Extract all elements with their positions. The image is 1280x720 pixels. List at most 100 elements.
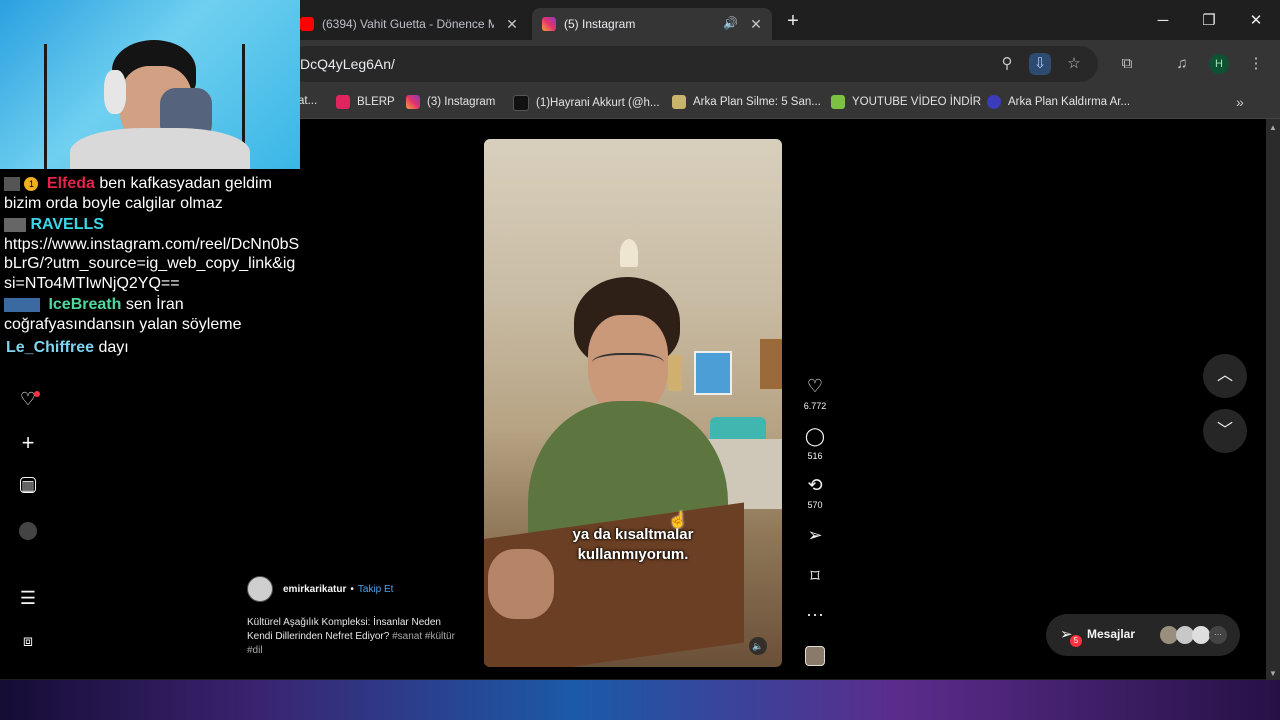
comment-button[interactable]: ◯ 516 xyxy=(800,426,830,461)
chat-username: RAVELLS xyxy=(30,216,104,233)
bookmark-item[interactable]: Arka Plan Silme: 5 San... xyxy=(672,95,821,109)
create-plus-icon[interactable]: + xyxy=(18,432,38,454)
chat-text: sen İran coğrafyasındansın yalan söyleme xyxy=(4,296,242,333)
instagram-icon xyxy=(542,17,556,31)
headphones xyxy=(104,70,126,114)
messages-badge: 5 xyxy=(1070,635,1082,647)
bookmark-item[interactable]: YOUTUBE VİDEO İNDİR xyxy=(831,95,981,109)
reel-video[interactable]: ya da kısaltmalar kullanmıyorum. 🔈 xyxy=(484,139,782,667)
author-avatar[interactable] xyxy=(247,576,273,602)
repost-button[interactable]: ⟲ 570 xyxy=(800,475,830,510)
wall-poster xyxy=(668,355,682,391)
audio-thumbnail[interactable] xyxy=(805,646,825,666)
send-paper-plane-icon: ➢ xyxy=(807,525,823,545)
shelf-picture xyxy=(760,339,782,389)
notification-dot xyxy=(34,391,40,397)
user-badge-icon xyxy=(4,217,26,232)
profile-avatar[interactable]: H xyxy=(1209,54,1229,74)
more-bookmarks-icon[interactable]: » xyxy=(1236,94,1244,110)
bookmark-item[interactable]: at... xyxy=(298,95,317,107)
user-badge: 1 xyxy=(24,176,39,191)
chat-message: Le_Chiffree dayı xyxy=(4,338,300,358)
follow-link[interactable]: Takip Et xyxy=(358,584,394,595)
chevron-up-icon: ︿ xyxy=(1216,367,1233,384)
mute-audio-icon[interactable]: 🔈 xyxy=(749,637,767,655)
previous-reel-button[interactable]: ︿ xyxy=(1203,354,1247,398)
bookmark-site-icon xyxy=(672,95,686,109)
new-tab-button[interactable]: + xyxy=(780,8,806,34)
tiktok-icon xyxy=(513,95,529,111)
heart-icon: ♡ xyxy=(806,376,824,396)
messages-button[interactable]: ➢ 5 Mesajlar ··· xyxy=(1046,614,1240,656)
like-button[interactable]: ♡ 6.772 xyxy=(800,376,830,411)
scroll-down-arrow-icon[interactable]: ▼ xyxy=(1269,669,1277,678)
more-options-button[interactable]: ··· xyxy=(800,604,830,624)
audio-playing-icon[interactable]: 🔊 xyxy=(723,16,738,30)
tab-label: (6394) Vahit Guetta - Dönence Mi xyxy=(322,17,494,31)
address-bar[interactable]: DcQ4yLeg6An/ ⚲ ⇩ ☆ xyxy=(288,46,1098,82)
chat-username: IceBreath xyxy=(48,296,122,313)
led-strip xyxy=(44,44,47,169)
youtube-icon xyxy=(300,17,314,31)
repost-icon: ⟲ xyxy=(807,475,823,495)
chat-username: Le_Chiffree xyxy=(6,339,95,356)
dashboard-icon[interactable]: ▥ xyxy=(20,477,36,493)
close-tab-icon[interactable]: ✕ xyxy=(748,16,764,32)
next-reel-button[interactable]: ﹀ xyxy=(1203,409,1247,453)
user-badge-icon xyxy=(4,176,20,191)
reel-caption-overlay: ya da kısaltmalar kullanmıyorum. xyxy=(572,526,694,563)
zoom-icon[interactable]: ⚲ xyxy=(996,53,1018,75)
more-apps-icon[interactable]: ⧈ xyxy=(18,632,38,652)
url-text[interactable]: DcQ4yLeg6An/ xyxy=(300,56,395,72)
save-button[interactable]: ⌑ xyxy=(800,566,830,586)
chat-message: RAVELLS https://www.instagram.com/reel/D… xyxy=(4,215,300,293)
install-app-icon[interactable]: ⇩ xyxy=(1029,53,1051,75)
chevron-down-icon: ﹀ xyxy=(1216,422,1233,439)
stream-chat: 1 Elfeda ben kafkasyadan geldim bizim or… xyxy=(4,174,300,358)
scroll-up-arrow-icon[interactable]: ▲ xyxy=(1269,123,1277,132)
avatar xyxy=(1192,626,1210,644)
chat-message: 1 Elfeda ben kafkasyadan geldim bizim or… xyxy=(4,174,300,213)
separator-dot: • xyxy=(350,583,354,595)
reel-description: Kültürel Aşağılık Kompleksi: İnsanlar Ne… xyxy=(247,616,467,658)
menu-kebab-icon[interactable]: ⋮ xyxy=(1245,53,1267,75)
tab-label: (5) Instagram xyxy=(564,17,636,31)
stream-bottom-banner xyxy=(0,680,1280,720)
close-window-button[interactable]: ✕ xyxy=(1243,8,1269,34)
chat-username: Elfeda xyxy=(46,175,95,192)
page-scrollbar[interactable]: ▲ ▼ xyxy=(1266,119,1280,680)
extensions-icon[interactable]: ⧉ xyxy=(1116,53,1138,75)
repost-count: 570 xyxy=(807,500,823,510)
minimize-button[interactable]: ─ xyxy=(1150,8,1176,34)
media-controls-icon[interactable]: ♫ xyxy=(1171,53,1193,75)
bookmark-item[interactable]: Arka Plan Kaldırma Ar... xyxy=(987,95,1130,109)
tab-youtube[interactable]: (6394) Vahit Guetta - Dönence Mi ✕ xyxy=(298,8,528,40)
wall-poster xyxy=(694,351,732,395)
glasses xyxy=(592,353,664,377)
streamer-shirt xyxy=(70,128,250,169)
hamburger-menu-icon[interactable]: ☰ xyxy=(18,588,38,608)
reel-author-row: emirkarikatur • Takip Et xyxy=(247,576,394,602)
chat-text: ben kafkasyadan geldim bizim orda boyle … xyxy=(4,175,272,212)
bookmark-item[interactable]: (1)Hayrani Akkurt (@h... xyxy=(513,95,660,111)
blerp-icon xyxy=(336,95,350,109)
bookmark-item[interactable]: (3) Instagram xyxy=(406,95,495,109)
close-tab-icon[interactable]: ✕ xyxy=(504,16,520,32)
chat-message: IceBreath sen İran coğrafyasındansın yal… xyxy=(4,295,300,334)
like-count: 6.772 xyxy=(803,401,827,411)
chat-text: dayı xyxy=(98,339,129,356)
tab-instagram[interactable]: (5) Instagram 🔊 ✕ xyxy=(532,8,772,40)
chat-text: https://www.instagram.com/reel/DcNn0bSbL… xyxy=(4,235,300,292)
bookmark-star-icon[interactable]: ☆ xyxy=(1063,53,1085,75)
maximize-button[interactable]: ❐ xyxy=(1196,8,1222,34)
share-button[interactable]: ➢ xyxy=(800,525,830,545)
author-username[interactable]: emirkarikatur xyxy=(283,584,346,595)
bookmark-icon: ⌑ xyxy=(810,566,820,586)
more-dots-icon: ··· xyxy=(806,604,824,624)
bookmark-item[interactable]: BLERP xyxy=(336,95,395,109)
messages-label: Mesajlar xyxy=(1087,627,1136,641)
instagram-icon xyxy=(406,95,420,109)
download-arrow-icon xyxy=(831,95,845,109)
profile-avatar[interactable] xyxy=(19,522,37,540)
comment-count: 516 xyxy=(807,451,823,461)
